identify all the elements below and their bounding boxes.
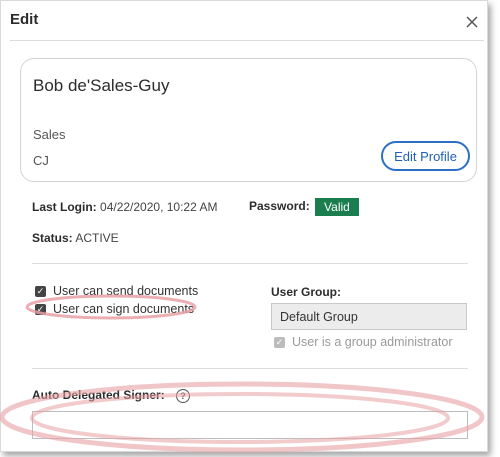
last-login-label: Last Login:: [32, 200, 97, 214]
group-admin-checkbox[interactable]: ✓: [274, 336, 285, 348]
can-send-label: User can send documents: [53, 284, 199, 298]
password-valid-badge: Valid: [315, 198, 359, 216]
can-sign-label: User can sign documents: [53, 302, 195, 316]
section-divider-2: [32, 368, 468, 369]
can-send-checkbox[interactable]: ✓: [35, 285, 46, 297]
user-group-heading: User Group:: [271, 285, 341, 299]
section-divider: [32, 263, 468, 264]
user-group-field[interactable]: Default Group: [271, 303, 467, 330]
edit-dialog: Edit Bob de'Sales-Guy Sales CJ Edit Prof…: [0, 0, 488, 452]
profile-card: Bob de'Sales-Guy Sales CJ Edit Profile: [20, 58, 477, 182]
can-sign-checkbox[interactable]: ✓: [35, 303, 46, 315]
group-admin-label: User is a group administrator: [292, 335, 453, 349]
user-group-label: User Group:: [271, 285, 342, 299]
can-sign-checkbox-row[interactable]: ✓ User can sign documents: [35, 302, 194, 316]
dialog-title: Edit: [10, 11, 39, 28]
status-label: Status:: [32, 231, 73, 245]
auto-delegated-signer-input[interactable]: [32, 411, 468, 439]
user-department: Sales: [33, 127, 66, 142]
header-divider: [10, 40, 484, 41]
help-icon[interactable]: ?: [176, 388, 191, 403]
group-admin-checkbox-row[interactable]: ✓ User is a group administrator: [274, 335, 452, 349]
status-value: ACTIVE: [75, 231, 119, 245]
can-send-checkbox-row[interactable]: ✓ User can send documents: [35, 284, 198, 298]
last-login: Last Login: 04/22/2020, 10:22 AM: [32, 200, 217, 214]
user-name: Bob de'Sales-Guy: [33, 76, 170, 95]
last-login-value: 04/22/2020, 10:22 AM: [100, 200, 218, 214]
edit-profile-button[interactable]: Edit Profile: [381, 141, 470, 171]
auto-delegated-signer-heading: Auto Delegated Signer: ?: [32, 388, 191, 403]
auto-delegated-signer-label: Auto Delegated Signer:: [32, 388, 165, 402]
password-label: Password:: [249, 199, 310, 214]
user-initials: CJ: [33, 153, 49, 168]
account-status: Status: ACTIVE: [32, 231, 119, 245]
password-status: Password: Valid: [249, 198, 359, 216]
close-icon[interactable]: [463, 13, 481, 31]
